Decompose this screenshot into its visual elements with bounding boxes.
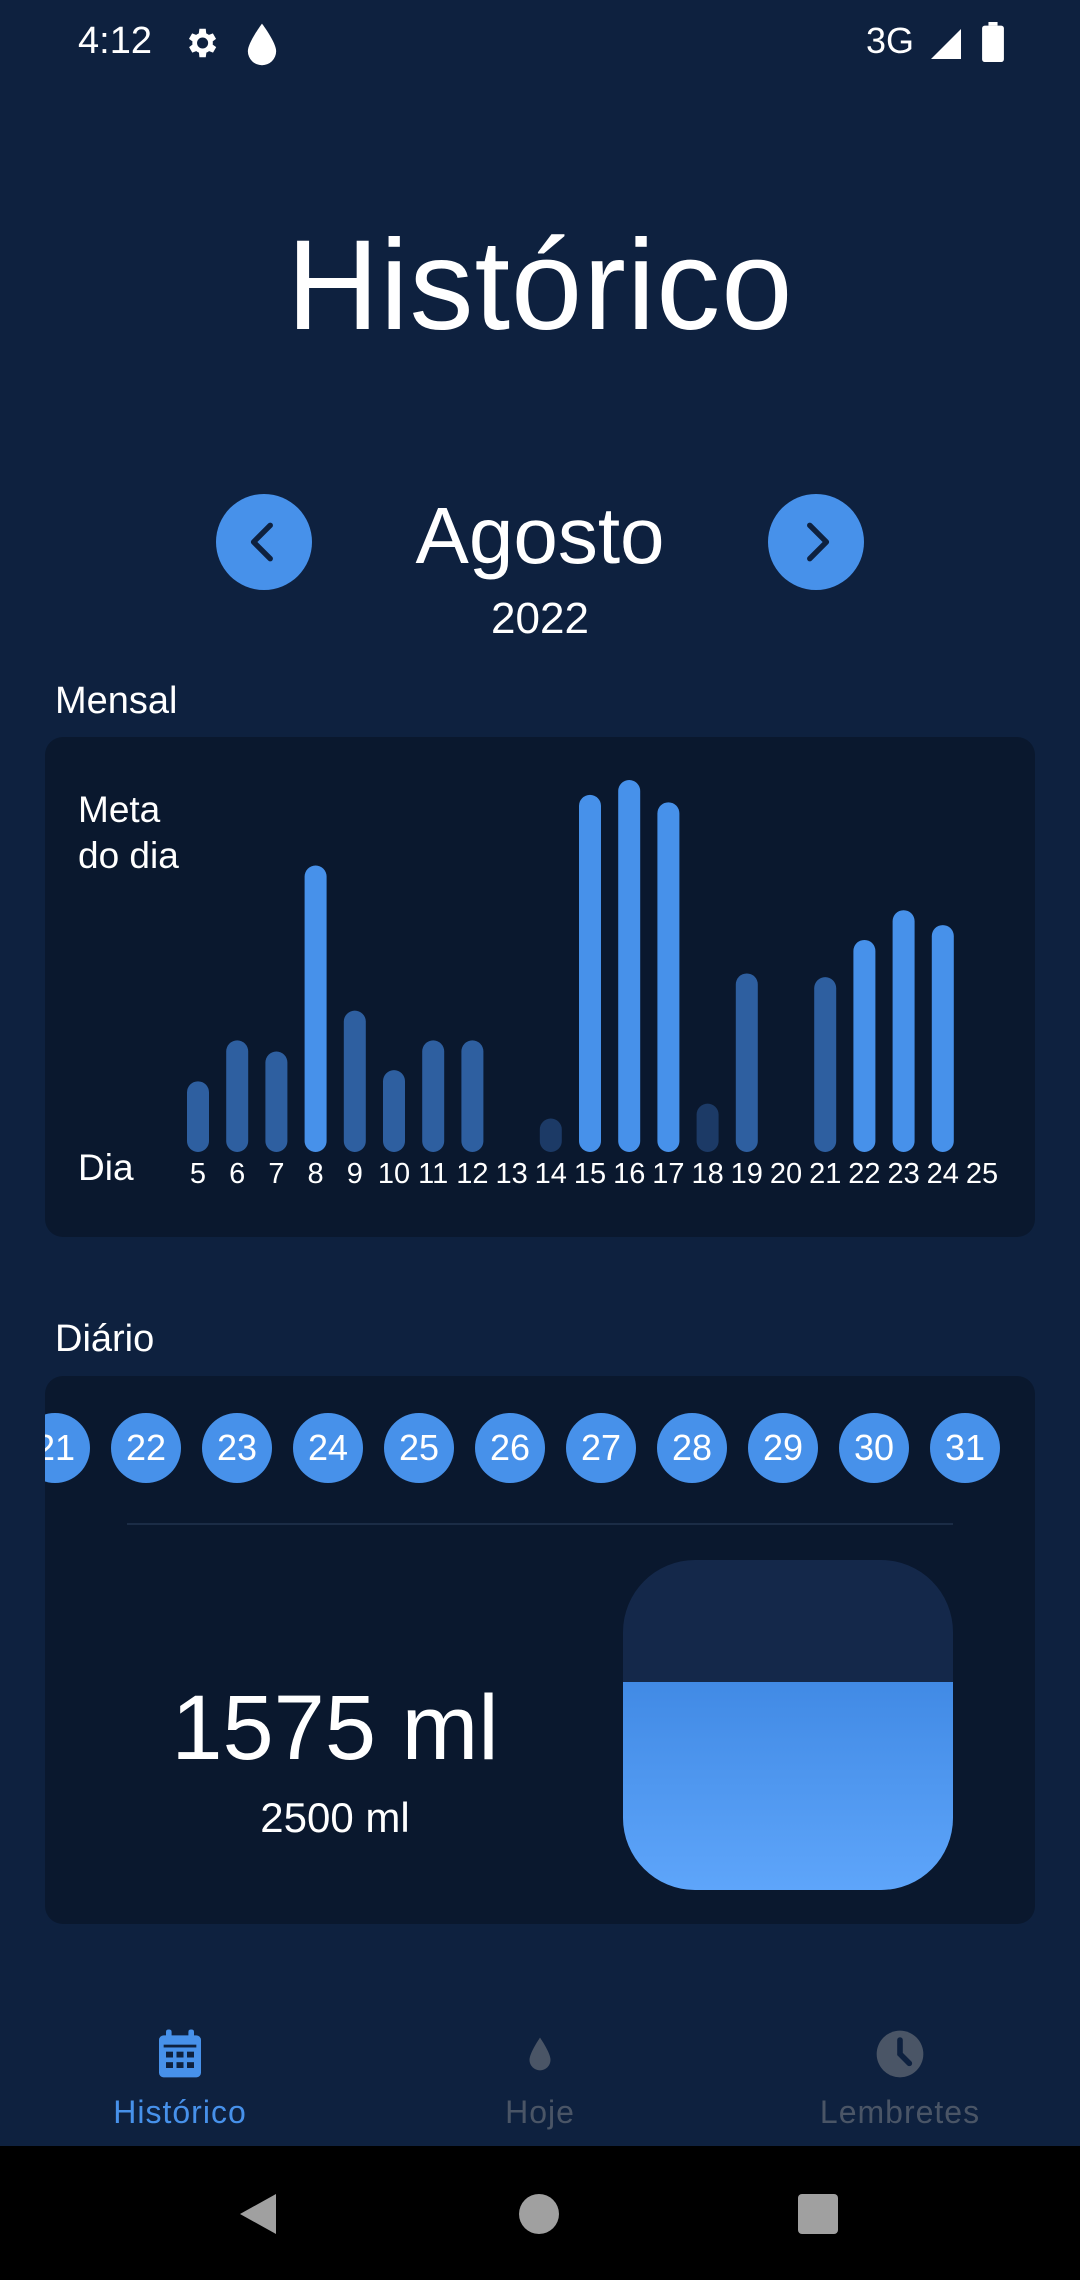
chart-bar-day-12[interactable] bbox=[461, 1040, 484, 1152]
chart-bar-day-14[interactable] bbox=[539, 1118, 562, 1152]
chart-bar-day-24[interactable] bbox=[931, 925, 954, 1152]
status-bar: 4:12 3G bbox=[0, 0, 1080, 90]
chart-bar-day-15[interactable] bbox=[579, 794, 601, 1152]
x-tick-label: 10 bbox=[378, 1158, 410, 1190]
chevron-left-icon bbox=[250, 522, 273, 562]
x-tick-label: 8 bbox=[308, 1158, 324, 1190]
x-tick-label: 17 bbox=[652, 1158, 684, 1190]
monthly-bar-chart[interactable]: 5 6 7 8 9 10 11 12 13 14 15 16 17 18 19 20 21 22 23 24 25 bbox=[45, 737, 1035, 1237]
chart-bar-day-6[interactable] bbox=[226, 1040, 249, 1152]
chart-bar-day-11[interactable] bbox=[422, 1040, 445, 1152]
page-title: Histórico bbox=[286, 214, 794, 357]
day-pill-29[interactable]: 29 bbox=[748, 1413, 818, 1483]
nav-tab-hoje[interactable]: Hoje bbox=[360, 2010, 720, 2146]
recents-button[interactable] bbox=[798, 2194, 838, 2234]
x-tick-label: 20 bbox=[770, 1158, 802, 1190]
chart-bar-day-22[interactable] bbox=[853, 939, 876, 1152]
chart-bar-day-16[interactable] bbox=[618, 780, 641, 1152]
chart-bar-day-10[interactable] bbox=[383, 1070, 405, 1152]
monthly-section-label: Mensal bbox=[55, 680, 178, 722]
x-tick-label: 21 bbox=[809, 1158, 841, 1190]
chart-bar-day-17[interactable] bbox=[657, 802, 680, 1152]
app-screen: 4:12 3G Histórico Agosto 2022 Mensal Met… bbox=[0, 0, 1080, 2280]
daily-goal-amount: 2500 ml bbox=[260, 1794, 410, 1841]
nav-tab-lembretes[interactable]: Lembretes bbox=[720, 2010, 1080, 2146]
home-button[interactable] bbox=[519, 2194, 559, 2234]
day-pill-21[interactable]: 21 bbox=[45, 1413, 90, 1483]
chart-bar-day-5[interactable] bbox=[187, 1081, 209, 1152]
day-pill-25[interactable]: 25 bbox=[384, 1413, 454, 1483]
chart-bar-day-9[interactable] bbox=[343, 1010, 366, 1152]
x-tick-label: 18 bbox=[691, 1158, 723, 1190]
x-tick-label: 19 bbox=[731, 1158, 763, 1190]
gear-icon bbox=[188, 28, 217, 58]
cell-signal-icon bbox=[931, 29, 961, 59]
x-tick-label: 14 bbox=[535, 1158, 567, 1190]
daily-section-label: Diário bbox=[55, 1318, 155, 1360]
consumed-amount: 1575 ml bbox=[171, 1677, 499, 1779]
back-icon[interactable] bbox=[236, 2190, 280, 2238]
month-label: Agosto bbox=[415, 491, 665, 580]
day-pill-31[interactable]: 31 bbox=[930, 1413, 1000, 1483]
water-cup-gauge bbox=[623, 1560, 953, 1890]
x-tick-label: 12 bbox=[456, 1158, 488, 1190]
day-pill-26[interactable]: 26 bbox=[475, 1413, 545, 1483]
water-drop-icon bbox=[529, 2037, 551, 2071]
day-pill-22[interactable]: 22 bbox=[111, 1413, 181, 1483]
clock-icon bbox=[876, 2030, 924, 2078]
x-tick-label: 23 bbox=[887, 1158, 919, 1190]
x-tick-label: 25 bbox=[966, 1158, 998, 1190]
chart-bar-day-18[interactable] bbox=[696, 1103, 719, 1152]
day-pill-28[interactable]: 28 bbox=[657, 1413, 727, 1483]
chart-bar-day-21[interactable] bbox=[814, 977, 837, 1152]
nav-label: Hoje bbox=[505, 2094, 575, 2130]
battery-icon bbox=[982, 22, 1004, 62]
x-tick-label: 6 bbox=[229, 1158, 245, 1190]
day-pill-24[interactable]: 24 bbox=[293, 1413, 363, 1483]
nav-label: Histórico bbox=[113, 2094, 247, 2130]
system-navigation-bar bbox=[0, 2146, 1080, 2280]
x-tick-label: 16 bbox=[613, 1158, 645, 1190]
day-pill-23[interactable]: 23 bbox=[202, 1413, 272, 1483]
chart-bar-day-7[interactable] bbox=[265, 1051, 288, 1152]
status-time: 4:12 bbox=[78, 20, 152, 62]
x-tick-label: 15 bbox=[574, 1158, 606, 1190]
divider bbox=[127, 1523, 953, 1525]
x-tick-label: 11 bbox=[418, 1158, 448, 1190]
chart-bar-day-23[interactable] bbox=[892, 910, 915, 1152]
water-drop-icon bbox=[247, 23, 277, 66]
calendar-icon bbox=[159, 2029, 201, 2078]
x-tick-label: 9 bbox=[347, 1158, 363, 1190]
x-tick-label: 24 bbox=[927, 1158, 959, 1190]
chart-bar-day-19[interactable] bbox=[735, 973, 758, 1152]
x-tick-label: 13 bbox=[495, 1158, 527, 1190]
x-tick-label: 7 bbox=[268, 1158, 284, 1190]
day-selector-strip[interactable]: 21 22 23 24 25 26 27 28 29 30 31 bbox=[45, 1413, 1035, 1485]
monthly-chart-card[interactable]: Meta do dia Dia 5 6 7 8 9 10 11 12 13 14 15 16 17 18 19… bbox=[45, 737, 1035, 1237]
nav-label: Lembretes bbox=[819, 2094, 981, 2130]
water-cup-fill bbox=[623, 1682, 953, 1890]
chevron-right-icon bbox=[807, 522, 830, 562]
day-pill-30[interactable]: 30 bbox=[839, 1413, 909, 1483]
nav-tab-historico[interactable]: Histórico bbox=[0, 2010, 360, 2146]
x-tick-label: 5 bbox=[190, 1158, 206, 1190]
bottom-navigation: Histórico Hoje Lembretes bbox=[0, 2010, 1080, 2146]
previous-month-button[interactable] bbox=[216, 494, 312, 590]
chart-bar-day-8[interactable] bbox=[304, 865, 327, 1152]
network-type: 3G bbox=[866, 20, 915, 61]
x-tick-label: 22 bbox=[848, 1158, 880, 1190]
next-month-button[interactable] bbox=[768, 494, 864, 590]
day-pill-27[interactable]: 27 bbox=[566, 1413, 636, 1483]
daily-card: 21 22 23 24 25 26 27 28 29 30 31 1575 ml 2500 ml bbox=[45, 1376, 1035, 1924]
year-label: 2022 bbox=[491, 594, 589, 643]
